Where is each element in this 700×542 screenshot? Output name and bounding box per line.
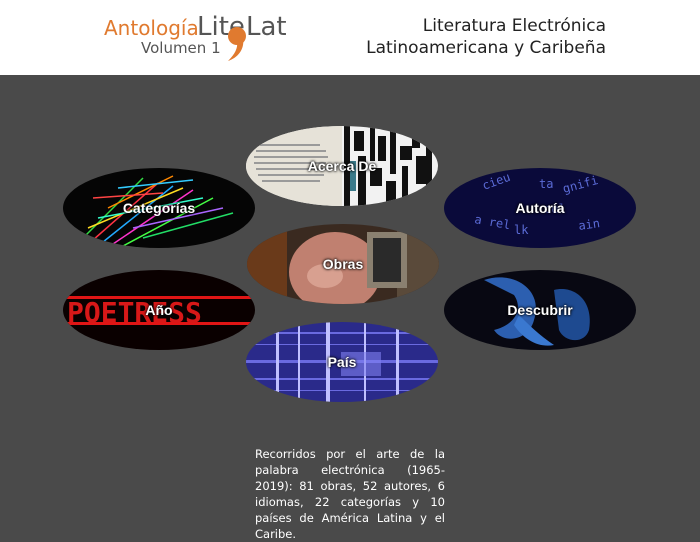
nav-anio-label: Año (145, 302, 173, 318)
nav-acerca-de-label: Acerca De (307, 158, 377, 174)
site-title-line-1: Literatura Electrónica (422, 16, 606, 36)
site-header: Antología Lite Lat Volumen 1 Literatura … (0, 0, 700, 75)
nav-autoria-label: Autoría (515, 200, 565, 216)
nav-pais[interactable]: País (246, 322, 438, 402)
nav-acerca-de[interactable]: Acerca De (246, 126, 438, 206)
anthology-description: Recorridos por el arte de la palabra ele… (255, 446, 445, 541)
nav-obras[interactable]: Obras (247, 224, 439, 304)
nav-anio[interactable]: POETRESS Año (63, 270, 255, 350)
svg-text:ain: ain (577, 216, 600, 233)
site-title: Literatura Electrónica Latinoamericana y… (366, 15, 606, 59)
nav-pais-label: País (327, 354, 357, 370)
nav-descubrir-label: Descubrir (507, 302, 573, 318)
nav-descubrir[interactable]: Descubrir (444, 270, 636, 350)
nav-categorias[interactable]: Categorías (63, 168, 255, 248)
svg-text:lk: lk (514, 223, 529, 237)
site-title-line-2: Latinoamericana y Caribeña (366, 38, 606, 58)
nav-categorias-label: Categorías (122, 200, 196, 216)
logo-lat-text: Lat (246, 12, 287, 42)
nav-obras-label: Obras (322, 256, 364, 272)
svg-text:ta: ta (539, 177, 553, 191)
logo-antologia-text: Antología (104, 16, 199, 40)
nav-autoria[interactable]: cieu ta gnifi a rel lk ain cel Autoría (444, 168, 636, 248)
antologia-litelat-logo[interactable]: Antología Lite Lat Volumen 1 (104, 12, 294, 62)
logo-volume-text: Volumen 1 (141, 39, 221, 57)
